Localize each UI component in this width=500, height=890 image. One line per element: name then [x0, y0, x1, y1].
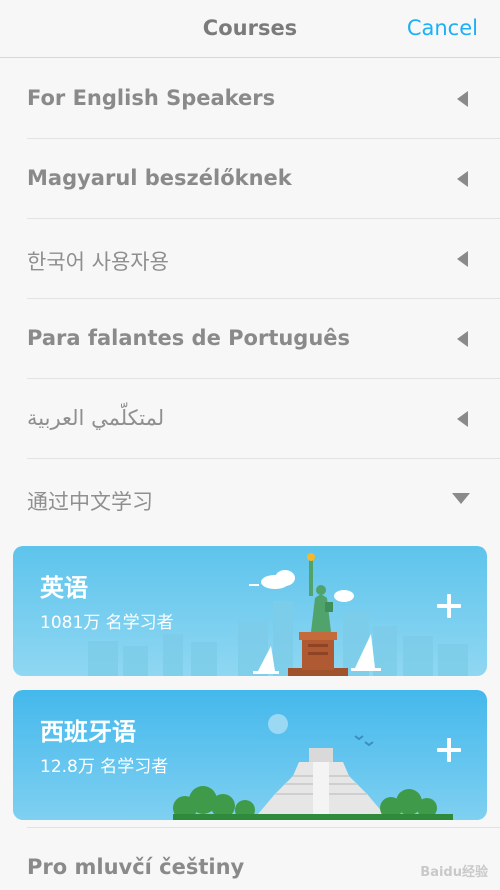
chevron-left-icon [457, 91, 468, 107]
list-item-label: 通过中文学习 [27, 490, 153, 514]
list-item-arabic-speakers[interactable]: لمتكلّمي العربية [27, 379, 500, 459]
add-course-icon[interactable] [437, 594, 461, 618]
list-item-label: Pro mluvčí češtiny [27, 855, 245, 879]
list-item-korean-speakers[interactable]: 한국어 사용자용 [27, 219, 500, 299]
course-title: 英语 [40, 574, 88, 602]
course-card-english[interactable]: 英语 1081万 名学习者 [13, 546, 487, 676]
navigation-bar: Courses Cancel [0, 0, 500, 58]
list-item-chinese-speakers[interactable]: 通过中文学习 [27, 459, 500, 539]
course-card-spanish[interactable]: 西班牙语 12.8万 名学习者 [13, 690, 487, 820]
chevron-left-icon [457, 251, 468, 267]
list-item-czech-speakers[interactable]: Pro mluvčí češtiny [27, 827, 500, 890]
watermark: Baidu经验 [420, 865, 488, 880]
course-title: 西班牙语 [40, 718, 136, 746]
chevron-left-icon [457, 331, 468, 347]
list-item-label: For English Speakers [27, 86, 276, 110]
chevron-down-icon [452, 493, 470, 504]
list-item-english-speakers[interactable]: For English Speakers [27, 59, 500, 139]
add-course-icon[interactable] [437, 738, 461, 762]
list-item-hungarian-speakers[interactable]: Magyarul beszélőknek [27, 139, 500, 219]
chevron-left-icon [457, 411, 468, 427]
cancel-button[interactable]: Cancel [407, 16, 478, 40]
list-item-label: 한국어 사용자용 [27, 250, 169, 274]
list-item-portuguese-speakers[interactable]: Para falantes de Português [27, 299, 500, 379]
course-learner-count: 12.8万 名学习者 [40, 757, 169, 777]
chevron-left-icon [457, 171, 468, 187]
list-item-label: Para falantes de Português [27, 326, 351, 350]
course-learner-count: 1081万 名学习者 [40, 613, 174, 633]
list-item-label: Magyarul beszélőknek [27, 166, 292, 190]
course-source-list: For English Speakers Magyarul beszélőkne… [0, 59, 500, 539]
list-item-label: لمتكلّمي العربية [27, 406, 165, 430]
